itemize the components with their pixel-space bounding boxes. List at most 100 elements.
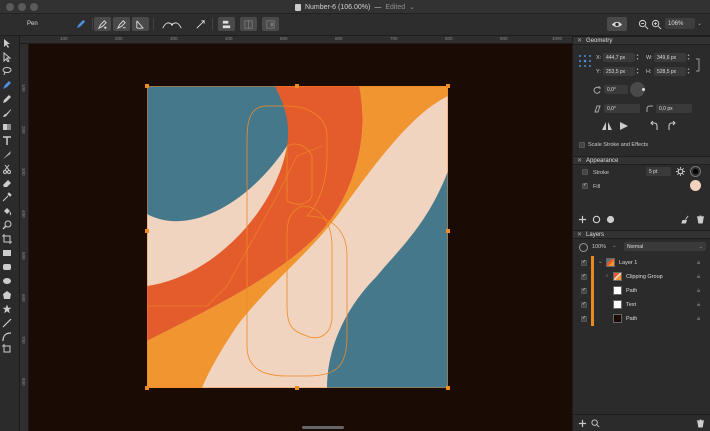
zoom-level-field[interactable]: 106% [665,18,695,29]
stroke-color-swatch[interactable] [690,166,701,177]
visibility-checkbox[interactable] [581,259,587,266]
add-fill-button[interactable] [606,215,615,224]
clear-appearance-button[interactable] [681,215,690,224]
artwork-number-6[interactable] [146,85,449,389]
rounded-rectangle-tool[interactable] [0,260,14,274]
selection-tool[interactable] [0,36,14,50]
resize-handle[interactable] [446,84,450,88]
y-stepper[interactable]: ▴ ▾ [635,67,640,76]
gradient-tool[interactable] [0,120,14,134]
x-stepper[interactable]: ▴ ▾ [635,53,640,62]
visibility-checkbox[interactable] [581,273,587,280]
stroke-settings-button[interactable] [676,167,685,176]
anchor-point-grid[interactable] [578,54,592,68]
shear-field[interactable]: 0,0° [604,104,640,113]
layer-row-path[interactable]: Path 🔒︎ [573,312,710,326]
height-stepper[interactable]: ▴ ▾ [686,67,691,76]
canvas[interactable] [29,44,572,431]
convert-anchor-button[interactable] [132,17,149,31]
lock-icon[interactable]: 🔒︎ [697,316,700,323]
chevron-right-icon[interactable]: › [606,273,608,279]
visibility-checkbox[interactable] [581,315,587,322]
direct-selection-tool[interactable] [0,50,14,64]
lock-icon[interactable]: 🔒︎ [697,274,700,281]
eyedropper-tool[interactable] [0,190,14,204]
align-left-button[interactable] [218,17,235,31]
lock-icon[interactable]: 🔒︎ [697,260,700,267]
pencil-tool[interactable] [0,92,14,106]
lasso-tool[interactable] [0,64,14,78]
align-center-button[interactable] [240,17,257,31]
pen-tool[interactable] [0,78,14,92]
resize-handle[interactable] [295,84,299,88]
flip-horizontal-button[interactable] [602,121,612,131]
search-layers-button[interactable] [591,419,600,428]
rotate-right-button[interactable] [667,121,677,131]
preview-button[interactable] [607,17,627,31]
align-right-button[interactable] [262,17,279,31]
resize-handle[interactable] [145,386,149,390]
horizontal-scrollbar[interactable] [302,426,344,429]
close-icon[interactable]: ✕ [577,231,582,238]
curve-nodes-button[interactable] [158,17,186,31]
knife-tool[interactable] [0,148,14,162]
resize-handle[interactable] [145,84,149,88]
delete-appearance-button[interactable] [696,215,705,224]
ellipse-tool[interactable] [0,274,14,288]
zoom-chevron-icon[interactable]: ⌄ [697,20,702,27]
zoom-out-button[interactable] [637,17,649,31]
artboard-tool[interactable] [0,344,14,354]
chevron-down-icon[interactable]: ⌄ [409,3,415,11]
stroke-checkbox[interactable] [582,169,588,175]
scale-stroke-checkbox[interactable] [579,142,585,148]
star-tool[interactable] [0,302,14,316]
blend-mode-select[interactable]: Normal ⌄ [624,242,706,251]
add-stroke-button[interactable] [592,215,601,224]
width-stepper[interactable]: ▴ ▾ [686,53,691,62]
pen-tool-button[interactable] [72,17,89,31]
rectangle-tool[interactable] [0,246,14,260]
chevron-down-icon[interactable]: ⌄ [598,259,603,265]
rotate-left-button[interactable] [649,121,659,131]
line-tool[interactable] [0,316,14,330]
opacity-value[interactable]: 100% [592,244,606,250]
close-icon[interactable]: ✕ [577,37,582,44]
link-dimensions-button[interactable] [695,57,703,73]
fill-color-swatch[interactable] [690,180,701,191]
stroke-width-field[interactable]: 5 pt [646,167,671,176]
text-tool[interactable] [0,134,14,148]
appearance-header[interactable]: ✕ Appearance [573,156,710,165]
visibility-checkbox[interactable] [581,301,587,308]
scissors-tool[interactable] [0,162,14,176]
add-appearance-button[interactable] [578,215,587,224]
geometry-header[interactable]: ✕ Geometry [573,36,710,45]
resize-handle[interactable] [145,229,149,233]
eraser-tool[interactable] [0,176,14,190]
visibility-checkbox[interactable] [581,287,587,294]
height-field[interactable]: 528,5 px [654,67,686,76]
corner-radius-field[interactable]: 0,0 px [656,104,692,113]
lock-icon[interactable]: 🔒︎ [697,302,700,309]
scissors-node-button[interactable] [193,17,207,31]
edited-status[interactable]: Edited [385,4,405,11]
close-icon[interactable]: ✕ [577,157,582,164]
resize-handle[interactable] [295,386,299,390]
layer-row-text[interactable]: Text 🔒︎ [573,298,710,312]
remove-anchor-button[interactable] [113,17,130,31]
layers-header[interactable]: ✕ Layers [573,230,710,239]
x-field[interactable]: 444,7 px [603,53,635,62]
y-field[interactable]: 253,5 px [603,67,635,76]
layer-row-path[interactable]: Path 🔒︎ [573,284,710,298]
arc-tool[interactable] [0,330,14,344]
resize-handle[interactable] [446,386,450,390]
add-layer-button[interactable] [578,419,587,428]
crop-tool[interactable] [0,232,14,246]
paint-bucket-tool[interactable] [0,204,14,218]
layer-row-layer-1[interactable]: ⌄ Layer 1 🔒︎ [573,256,710,270]
add-anchor-button[interactable] [94,17,111,31]
layer-row-clipping-group[interactable]: › Clipping Group 🔒︎ [573,270,710,284]
zoom-in-button[interactable] [650,17,662,31]
brush-tool[interactable] [0,106,14,120]
opacity-chevron-icon[interactable]: ⌄ [612,243,617,249]
flip-vertical-button[interactable] [619,121,629,131]
